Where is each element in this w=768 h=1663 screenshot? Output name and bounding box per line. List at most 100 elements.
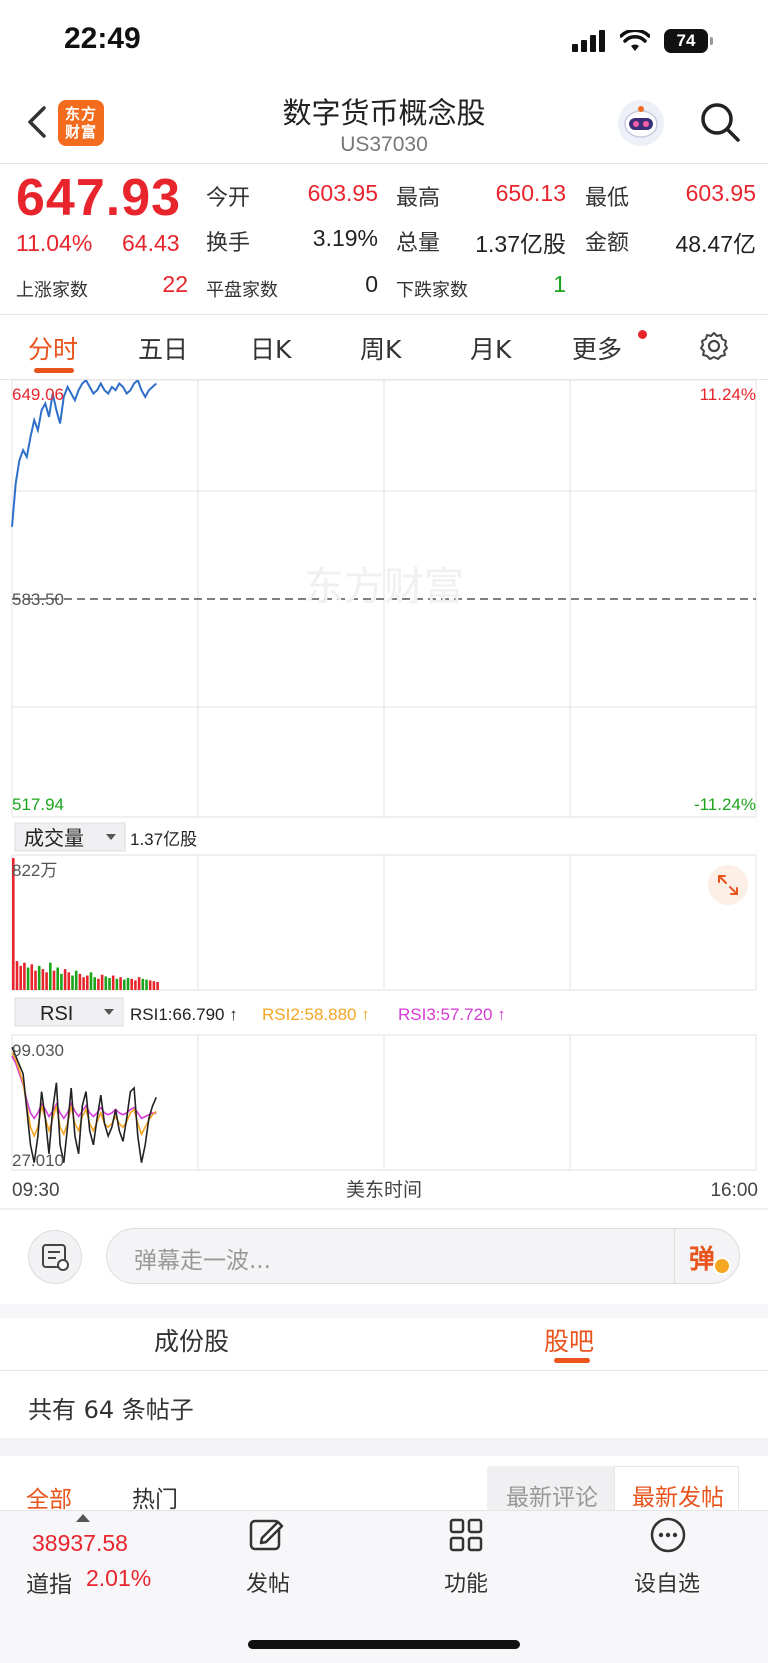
post-count: 共有 64 条帖子 [28, 1396, 194, 1424]
down-count-label: 下跌家数 [396, 280, 468, 301]
volume-bar [63, 969, 67, 990]
chart-divider [0, 1208, 768, 1210]
change-amount: 64.43 [122, 230, 180, 256]
tab-five-day[interactable]: 五日 [138, 330, 188, 366]
danmaku-input-placeholder: 弹幕走一波... [134, 1248, 271, 1274]
volume-bar [137, 977, 141, 990]
expand-button[interactable] [708, 865, 748, 905]
volume-bar [15, 961, 19, 990]
wifi-icon [620, 30, 650, 51]
volume-total: 1.37亿股 [130, 830, 197, 849]
compose-icon [249, 1519, 284, 1551]
volume-bar [145, 979, 148, 990]
subtab-hot[interactable]: 热门 [132, 1480, 178, 1514]
time-start-label: 09:30 [12, 1180, 60, 1201]
forum-tab-indicator [554, 1358, 590, 1363]
volume-bar [41, 969, 45, 990]
min-pct-label: -11.24% [694, 795, 756, 814]
cellular-signal-icon [572, 30, 605, 52]
volume-bar [89, 972, 93, 990]
volume-bar [74, 970, 78, 990]
function-button-label: 功能 [443, 1572, 488, 1597]
volume-max-label: 822万 [12, 861, 57, 880]
amount-label: 金额 [585, 231, 630, 256]
volume-bar [37, 965, 41, 990]
sort-latest-post[interactable]: 最新发帖 [632, 1478, 724, 1512]
change-percent: 11.04% [16, 230, 93, 256]
robot-assistant-icon[interactable] [618, 100, 664, 146]
rsi-panel-grid [11, 1034, 757, 1171]
intraday-chart[interactable]: 东方财富 649.06 583.50 517.94 11.24% -11.24%… [0, 380, 768, 1220]
volume-selector-label: 成交量 [24, 826, 84, 850]
more-dots-icon [650, 1517, 686, 1553]
volume-bar [97, 978, 100, 990]
current-price: 647.93 [16, 169, 182, 227]
rsi1-line [11, 1046, 158, 1163]
post-button[interactable]: 发帖 [226, 1516, 310, 1606]
volume-bar [141, 978, 145, 990]
volume-bar [108, 978, 111, 990]
index-name: 道指 [26, 1572, 72, 1598]
up-count-label: 上涨家数 [16, 280, 88, 301]
volume-bar [104, 976, 108, 990]
status-time: 22:49 [64, 22, 141, 55]
tab-more[interactable]: 更多 [572, 330, 622, 366]
header-divider [0, 163, 768, 164]
turnover-label: 换手 [206, 231, 251, 256]
status-icons: 74 [572, 26, 713, 56]
rsi3-value: RSI3:57.720 ↑ [398, 1005, 506, 1024]
volume-bar [119, 977, 122, 990]
rsi2-value: RSI2:58.880 ↑ [262, 1005, 370, 1024]
chart-watermark: 东方财富 [304, 564, 464, 610]
tab-intraday[interactable]: 分时 [28, 330, 78, 366]
volume-bar [126, 978, 130, 990]
volume-bar [49, 962, 52, 990]
volume-bar [23, 962, 26, 990]
settings-gear-icon[interactable] [698, 330, 730, 362]
volume-bar [52, 970, 56, 990]
mid-price-label: 583.50 [12, 590, 64, 609]
volume-panel-grid [11, 854, 757, 991]
tab-constituents[interactable]: 成份股 [154, 1322, 229, 1358]
volume-bar [19, 965, 22, 990]
low-value: 603.95 [685, 180, 756, 206]
tab-monthly-k[interactable]: 月K [470, 330, 511, 366]
rsi-min-label: 27.010 [12, 1151, 64, 1170]
section-gap [0, 1304, 768, 1318]
tab-daily-k[interactable]: 日K [250, 330, 291, 366]
subtab-all[interactable]: 全部 [26, 1480, 72, 1514]
volume-bar [30, 964, 34, 990]
sort-latest-comment[interactable]: 最新评论 [506, 1478, 598, 1512]
new-dot-badge [638, 330, 647, 339]
open-value: 603.95 [307, 180, 378, 206]
add-watchlist-button[interactable]: 设自选 [624, 1516, 710, 1606]
post-button-label: 发帖 [245, 1572, 290, 1597]
caret-up-icon [76, 1514, 90, 1522]
volume-bar [115, 978, 119, 990]
volume-bar [156, 982, 159, 990]
active-tab-indicator [34, 368, 74, 373]
volume-bar [78, 973, 82, 990]
amount-value: 48.47亿 [675, 231, 756, 257]
tab-forum[interactable]: 股吧 [544, 1322, 594, 1358]
volume-bar [111, 975, 115, 990]
index-value[interactable]: 38937.58 [32, 1530, 128, 1557]
index-change: 2.01% [86, 1565, 152, 1591]
danmaku-list-button[interactable] [28, 1230, 82, 1284]
check-badge-icon [713, 1257, 731, 1275]
tab-weekly-k[interactable]: 周K [360, 330, 401, 366]
grid-apps-icon [449, 1518, 483, 1552]
volume-bar [34, 970, 37, 990]
max-price-label: 649.06 [12, 385, 64, 404]
volume-bar [123, 979, 126, 990]
search-icon[interactable] [698, 100, 742, 144]
quote-divider [0, 314, 768, 315]
low-label: 最低 [585, 186, 630, 211]
home-indicator [248, 1640, 520, 1649]
volume-label: 总量 [396, 231, 441, 256]
danmaku-send-button[interactable]: 弹 [674, 1229, 739, 1283]
volume-bar [148, 980, 152, 990]
function-button[interactable]: 功能 [424, 1516, 508, 1606]
high-value: 650.13 [495, 180, 566, 206]
min-price-label: 517.94 [12, 795, 64, 814]
